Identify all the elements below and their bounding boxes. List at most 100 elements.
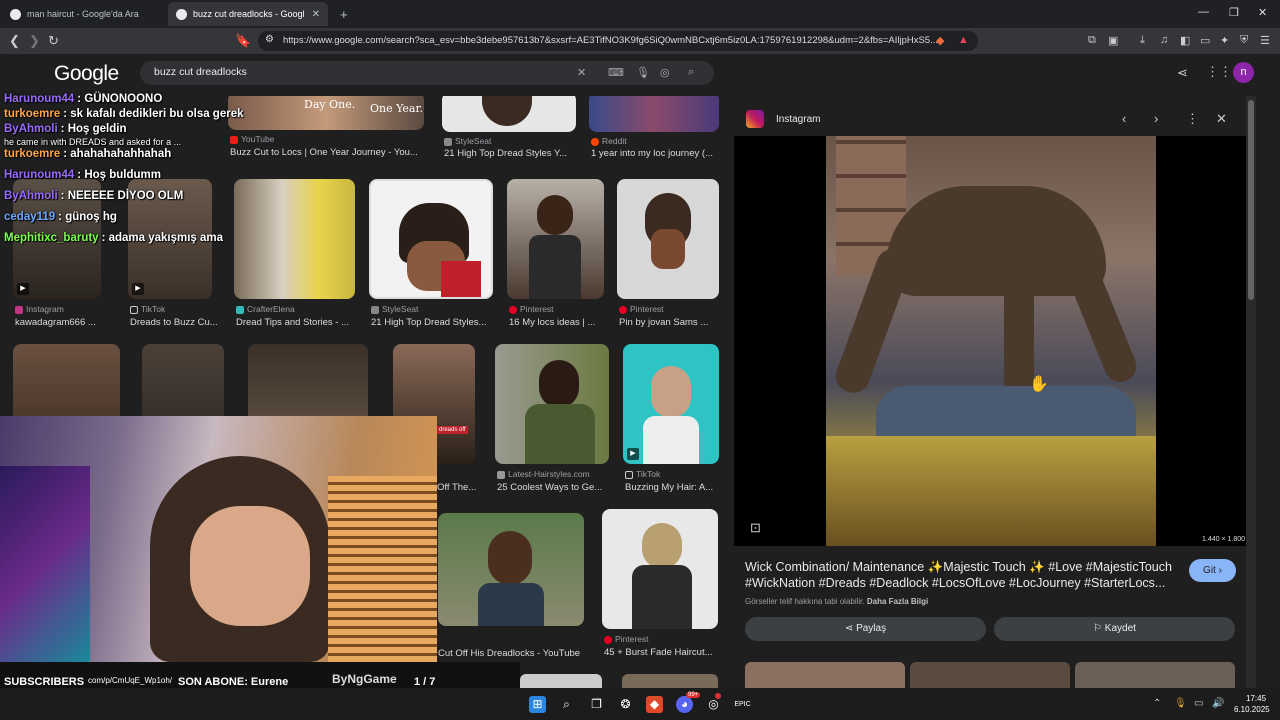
network-icon[interactable]: ▭ [1194, 698, 1203, 709]
result-source: Pinterest [604, 634, 649, 644]
clock-date[interactable]: 6.10.2025 [1234, 705, 1270, 714]
minimize-icon[interactable]: — [1198, 6, 1209, 18]
address-bar[interactable]: ⚙ https://www.google.com/search?sca_esv=… [258, 31, 978, 51]
download-icon[interactable]: ⤓ [1140, 34, 1145, 47]
result-title[interactable]: 1 year into my loc journey (... [591, 148, 721, 159]
related-image[interactable] [745, 662, 905, 688]
new-tab-button[interactable]: + [332, 2, 356, 26]
reddit-icon [591, 137, 599, 146]
search-icon[interactable]: ⌕ [558, 696, 575, 713]
more-options-icon[interactable]: ⋮ [1186, 111, 1199, 127]
close-window-icon[interactable]: ✕ [1258, 6, 1267, 19]
share-icon[interactable]: ⋖ [1177, 65, 1188, 81]
reload-icon[interactable]: ↻ [48, 33, 59, 49]
share-icon: ⋖ [844, 623, 854, 634]
result-title[interactable]: Dreads to Buzz Cu... [130, 317, 222, 328]
result-title[interactable]: Pin by jovan Sams ... [619, 317, 721, 328]
lens-icon[interactable]: ◎ [660, 66, 670, 79]
result-thumbnail[interactable] [622, 674, 718, 688]
keyboard-icon[interactable]: ⌨ [608, 66, 624, 79]
preview-image[interactable] [826, 136, 1156, 546]
tab-man-haircut[interactable]: man haircut - Google'da Ara [2, 2, 168, 26]
restore-icon[interactable]: ❐ [1229, 6, 1239, 19]
lens-search-icon[interactable]: ⊡ [750, 520, 761, 536]
tray-chevron-icon[interactable]: ⌃ [1153, 698, 1161, 709]
task-view-icon[interactable]: ❐ [588, 696, 605, 713]
image-description[interactable]: Wick Combination/ Maintenance ✨Majestic … [745, 559, 1175, 591]
start-icon[interactable]: ⊞ [529, 696, 546, 713]
more-info-link[interactable]: Daha Fazla Bilgi [867, 597, 928, 606]
vpn-icon[interactable]: ⛨ [1240, 34, 1248, 47]
related-image[interactable] [1075, 662, 1235, 688]
clear-icon[interactable]: ✕ [577, 66, 586, 79]
apps-grid-icon[interactable]: ⋮⋮ [1206, 64, 1232, 80]
scrollbar-thumb[interactable] [1248, 100, 1254, 300]
result-source: Reddit [591, 136, 627, 146]
result-title[interactable]: Buzzing My Hair: A... [625, 482, 721, 493]
save-button[interactable]: ⚐ Kaydet [994, 617, 1235, 641]
subscribers-label: SUBSCRIBERS [4, 676, 85, 688]
close-tab-icon[interactable]: ✕ [312, 9, 320, 20]
result-title[interactable]: kawadagram666 ... [15, 317, 115, 328]
share-button[interactable]: ⋖ Paylaş [745, 617, 986, 641]
result-thumbnail[interactable] [602, 509, 718, 629]
result-thumbnail[interactable] [520, 674, 602, 688]
brave-icon[interactable]: ◆ [646, 696, 663, 713]
result-title[interactable]: 45 + Burst Fade Haircut... [604, 647, 720, 658]
streamer-brand: ByNgGame [332, 672, 397, 686]
sidebar-icon[interactable]: ◧ [1180, 34, 1190, 47]
wallet-icon[interactable]: ▭ [1200, 34, 1210, 47]
google-favicon-icon [176, 8, 187, 20]
reader-icon[interactable]: ▣ [1108, 34, 1118, 47]
chatgpt-icon[interactable]: ❂ [617, 696, 634, 713]
account-avatar[interactable]: n [1233, 62, 1254, 83]
result-thumbnail[interactable] [442, 96, 576, 132]
result-title[interactable]: 16 My locs ideas | ... [509, 317, 606, 328]
next-image-icon[interactable]: › [1154, 111, 1158, 126]
streamer-face [190, 506, 310, 626]
mic-tray-icon[interactable]: 🎙 [1174, 698, 1187, 709]
prev-image-icon[interactable]: ‹ [1122, 111, 1126, 126]
thumbnail-caption: One Year. [370, 102, 424, 115]
mic-icon[interactable]: 🎙 [636, 66, 650, 79]
search-icon[interactable]: ⌕ [688, 66, 694, 79]
search-input[interactable]: buzz cut dreadlocks ✕ ⌨ 🎙 ◎ ⌕ [140, 61, 714, 85]
leo-ai-icon[interactable]: ✦ [1220, 34, 1229, 47]
tab-title: man haircut - Google'da Ara [27, 9, 139, 19]
extensions-icon[interactable]: ⧉ [1088, 34, 1096, 47]
preview-source[interactable]: Instagram [776, 114, 820, 125]
result-thumbnail[interactable] [589, 96, 719, 132]
result-thumbnail[interactable] [617, 179, 719, 299]
brave-shields-icon[interactable]: ◆ [936, 34, 944, 47]
clock-time[interactable]: 17:45 [1246, 694, 1266, 703]
result-title[interactable]: 21 High Top Dread Styles... [371, 317, 491, 328]
media-icon[interactable]: ♫ [1160, 34, 1168, 46]
menu-icon[interactable]: ☰ [1260, 34, 1270, 47]
result-title[interactable]: Dread Tips and Stories - ... [236, 317, 357, 328]
result-thumbnail[interactable] [438, 513, 584, 626]
related-image[interactable] [910, 662, 1070, 688]
volume-icon[interactable]: 🔊 [1212, 698, 1224, 709]
result-thumbnail[interactable] [369, 179, 493, 299]
result-title[interactable]: Off The... [437, 482, 477, 493]
site-info-icon[interactable]: ⚙ [265, 34, 274, 45]
tab-buzz-cut-dreadlocks[interactable]: buzz cut dreadlocks - Google'da ✕ [168, 2, 328, 26]
chat-message: Harunoum44: GÜNONOONO [4, 93, 163, 105]
discord-icon[interactable]: ◕ [676, 696, 693, 713]
result-thumbnail[interactable] [507, 179, 604, 299]
video-icon: ▶ [627, 448, 639, 460]
result-title[interactable]: 25 Coolest Ways to Ge... [497, 482, 611, 493]
epic-games-icon[interactable]: EPIC [734, 696, 751, 713]
visit-button[interactable]: Git › [1189, 559, 1236, 582]
forward-icon[interactable]: ❯ [29, 33, 40, 49]
stream-chat-overlay: Harunoum44: GÜNONOONO turkoemre: sk kafa… [0, 92, 260, 246]
brave-rewards-icon[interactable]: ▲ [958, 34, 969, 46]
result-title[interactable]: Cut Off His Dreadlocks - YouTube [438, 648, 584, 659]
close-panel-icon[interactable]: ✕ [1216, 111, 1227, 127]
result-thumbnail[interactable] [495, 344, 609, 464]
result-thumbnail[interactable]: ▶ [623, 344, 719, 464]
result-title[interactable]: 21 High Top Dread Styles Y... [444, 148, 578, 159]
back-icon[interactable]: ❮ [9, 33, 20, 49]
google-logo[interactable]: Google [54, 62, 119, 86]
bookmark-icon[interactable]: 🔖 [235, 33, 251, 49]
